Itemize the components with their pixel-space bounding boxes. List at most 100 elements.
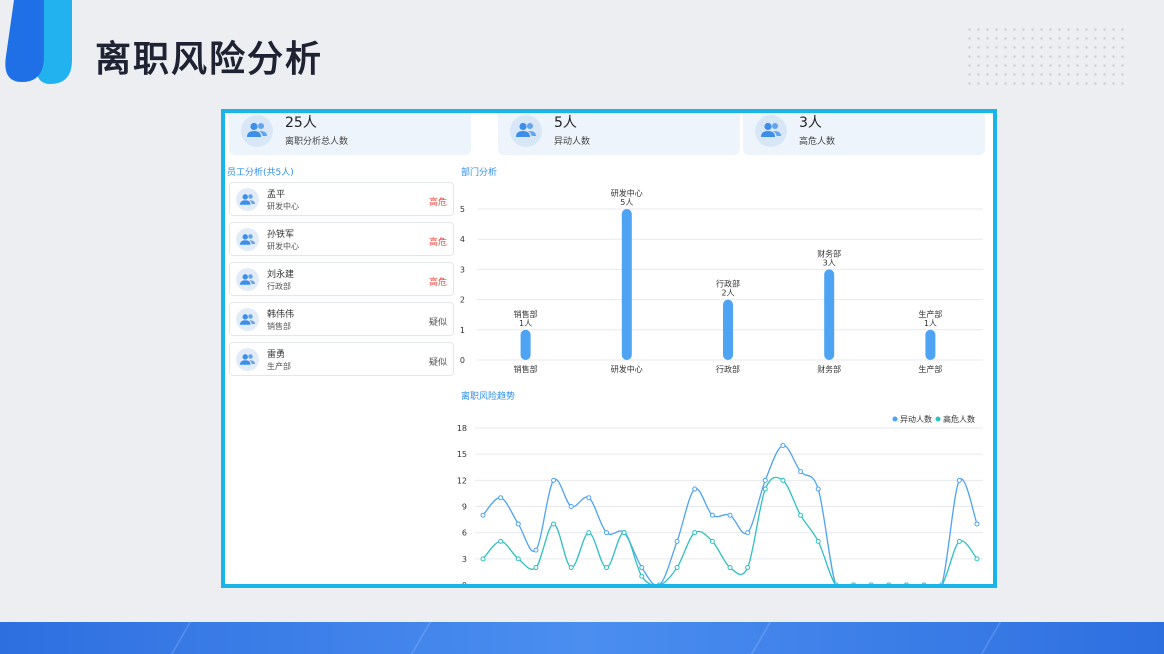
employee-department: 生产部	[267, 362, 291, 371]
series-point	[533, 547, 539, 553]
y-tick-label: 2	[460, 296, 465, 305]
employee-department: 研发中心	[267, 202, 299, 211]
stat-label: 异动人数	[554, 137, 591, 147]
brand-logo-shape	[5, 0, 72, 84]
bar-data-label-value: 2人	[721, 289, 734, 298]
y-tick-label: 15	[457, 450, 467, 459]
series-point	[939, 582, 945, 584]
employee-list-item[interactable]: 刘永建 行政部 高危	[229, 262, 454, 296]
bar	[723, 299, 733, 360]
employee-department: 销售部	[267, 322, 291, 331]
employee-risk-status: 高危	[428, 238, 447, 248]
y-tick-label: 0	[460, 356, 465, 365]
employee-risk-status: 疑似	[428, 318, 447, 328]
employee-list-item[interactable]: 韩伟伟销售部 疑似	[229, 302, 454, 336]
series-point	[604, 565, 609, 571]
bar-data-label-value: 1人	[924, 319, 937, 328]
series-point	[692, 486, 698, 492]
bar-data-label-category: 行政部	[716, 279, 740, 289]
user-avatar-icon	[236, 228, 259, 251]
y-tick-label: 6	[462, 529, 467, 538]
series-point	[604, 530, 609, 536]
footer-decoration	[170, 622, 192, 654]
employee-list-item[interactable]: 孙铁军 研发中心 高危	[229, 222, 454, 256]
bar	[925, 329, 936, 360]
series-point	[621, 530, 627, 536]
series-point	[851, 582, 856, 584]
employee-department: 研发中心	[267, 242, 299, 251]
dashboard-frame: 25人 离职分析总人数 5人 异动人数 3人 高危人数 员工分析(共5人) 孟平 研发中心高…	[221, 109, 997, 588]
series-point	[498, 538, 504, 544]
user-avatar-icon	[236, 268, 259, 291]
series-point	[709, 538, 715, 544]
series-point	[921, 582, 927, 584]
decorative-dot-grid	[965, 25, 1125, 85]
bar-data-label-value: 3人	[823, 258, 836, 267]
series-point	[709, 512, 715, 518]
footer-decoration	[750, 622, 772, 654]
series-point	[498, 495, 504, 501]
y-tick-label: 4	[460, 235, 465, 244]
y-tick-label: 3	[462, 555, 467, 564]
x-tick-label: 销售部	[514, 364, 538, 374]
bar-data-label-category: 生产部	[918, 309, 942, 319]
series-point	[762, 486, 768, 492]
legend-label: 高危人数	[943, 414, 975, 424]
stat-value: 3人	[799, 115, 822, 131]
employee-risk-status: 疑似	[428, 358, 447, 368]
users-icon	[755, 115, 787, 147]
x-tick-label: 研发中心	[611, 364, 643, 374]
legend-label: 异动人数	[900, 414, 932, 424]
risk-trend-line-chart: 0 3 6 9 12 15 18 异动人数 高危人数	[457, 414, 983, 584]
y-tick-label: 5	[460, 205, 465, 214]
series-point	[515, 521, 521, 527]
footer-decoration	[410, 622, 432, 654]
series-point	[551, 477, 557, 483]
series-point	[657, 582, 662, 584]
bar-data-label-category: 研发中心	[611, 188, 643, 198]
employee-section-title: 员工分析(共5人)	[227, 168, 294, 178]
employee-name: 韩伟伟	[267, 310, 295, 320]
employee-list-item[interactable]: 雷勇 生产部 疑似	[229, 342, 454, 376]
series-point	[956, 538, 962, 544]
stat-card: 25人离职分析总人数	[229, 113, 471, 155]
stat-card: 5人异动人数	[498, 113, 740, 155]
series-point	[586, 530, 592, 536]
bar-data-label-category: 财务部	[817, 248, 841, 258]
employee-list-item[interactable]: 孟平 研发中心 高危	[229, 182, 454, 216]
users-icon	[241, 115, 273, 147]
series-point	[727, 565, 733, 571]
series-point	[780, 442, 786, 448]
series-point	[727, 512, 733, 518]
x-tick-label: 行政部	[716, 364, 740, 374]
y-tick-label: 9	[462, 503, 467, 512]
series-point	[674, 538, 680, 544]
series-point	[780, 477, 786, 483]
stat-value: 25人	[285, 115, 317, 131]
employee-risk-status: 高危	[428, 278, 447, 288]
series-point	[480, 556, 486, 562]
series-point	[798, 512, 804, 518]
series-point	[798, 469, 804, 475]
series-point	[515, 556, 521, 562]
bar	[520, 329, 531, 360]
users-icon	[510, 115, 542, 147]
bar	[824, 269, 835, 360]
employee-name: 刘永建	[267, 270, 295, 280]
stat-label: 离职分析总人数	[285, 137, 349, 147]
series-point	[639, 573, 645, 579]
series-point	[480, 512, 486, 518]
stat-value: 5人	[554, 115, 577, 131]
y-tick-label: 18	[457, 424, 467, 433]
series-point	[745, 530, 751, 536]
department-bar-chart: 012345销售部1人销售部研发中心5人研发中心行政部2人行政部财务部3人财务部…	[460, 188, 983, 374]
bar	[621, 209, 632, 360]
series-point	[956, 477, 962, 483]
footer-band	[0, 622, 1164, 654]
bar-data-label-value: 1人	[519, 319, 532, 328]
series-point	[674, 565, 680, 571]
employee-risk-status: 高危	[428, 198, 447, 208]
stat-label: 高危人数	[799, 137, 836, 147]
x-tick-label: 财务部	[817, 364, 841, 374]
series-point	[745, 565, 751, 571]
